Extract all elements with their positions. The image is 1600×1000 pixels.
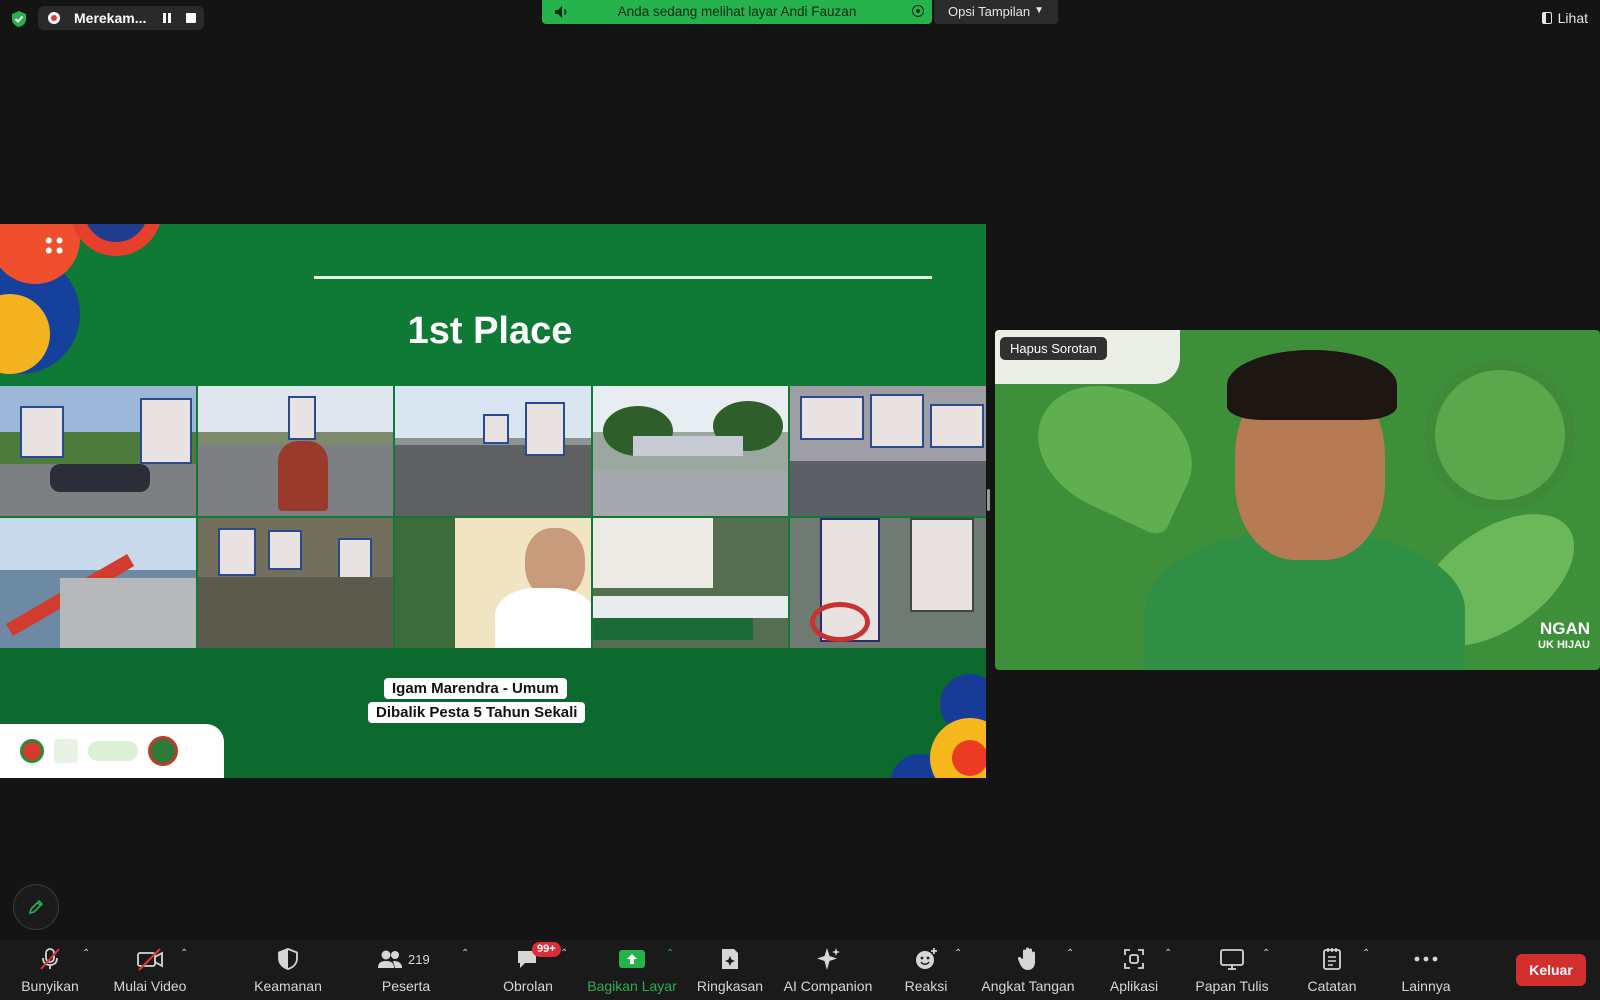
slide-caption-title: Dibalik Pesta 5 Tahun Sekali bbox=[368, 702, 586, 723]
participant-hair bbox=[1227, 350, 1397, 420]
photo-tile bbox=[395, 518, 591, 648]
photo-tile bbox=[592, 518, 789, 648]
whiteboard-icon bbox=[1220, 949, 1244, 970]
photo-tile bbox=[0, 518, 196, 648]
apps-icon bbox=[1124, 949, 1144, 969]
status-dot-icon bbox=[912, 5, 924, 17]
photo-grid bbox=[0, 386, 986, 648]
sponsor-logos bbox=[0, 724, 224, 778]
reactions-button[interactable]: Reaksi bbox=[896, 940, 956, 1000]
video-options-caret[interactable]: ⌃ bbox=[180, 948, 188, 959]
shield-icon bbox=[278, 948, 298, 970]
more-icon bbox=[1414, 956, 1438, 962]
chat-label: Obrolan bbox=[503, 978, 553, 994]
slide-caption-name: Igam Marendra - Umum bbox=[384, 678, 567, 699]
recording-label: Merekam... bbox=[74, 10, 147, 26]
panel-resize-handle[interactable] bbox=[987, 489, 990, 511]
share-screen-icon bbox=[619, 950, 645, 968]
sparkle-icon bbox=[817, 948, 840, 970]
video-background-shape bbox=[1017, 361, 1213, 539]
photo-tile bbox=[0, 386, 196, 516]
decor-ring-red bbox=[70, 224, 162, 256]
view-button[interactable]: Lihat bbox=[1541, 10, 1588, 26]
participant-count: 219 bbox=[408, 951, 430, 967]
shared-screen-slide: •• •• 1st Place Igam Marendra - Umum Dib… bbox=[0, 224, 986, 778]
emoji-icon bbox=[916, 948, 937, 969]
pause-recording-button[interactable] bbox=[160, 11, 174, 25]
globe-icon bbox=[1425, 360, 1575, 510]
start-video-label: Mulai Video bbox=[113, 978, 187, 994]
participants-label: Peserta bbox=[381, 978, 431, 994]
video-background-text-line2: UK HIJAU bbox=[1538, 639, 1590, 651]
chat-unread-badge: 99+ bbox=[532, 942, 561, 957]
view-layout-icon bbox=[1541, 12, 1552, 24]
security-label: Keamanan bbox=[254, 978, 322, 994]
share-banner-text: Anda sedang melihat layar Andi Fauzan bbox=[617, 4, 857, 19]
view-button-label: Lihat bbox=[1557, 10, 1588, 26]
share-screen-button[interactable]: Bagikan Layar bbox=[587, 940, 677, 1000]
chat-options-caret[interactable]: ⌃ bbox=[560, 948, 568, 959]
photo-tile bbox=[592, 386, 789, 516]
notes-icon bbox=[1323, 948, 1341, 970]
participants-icon bbox=[378, 950, 402, 968]
apps-options-caret[interactable]: ⌃ bbox=[1164, 948, 1172, 959]
slide-title: 1st Place bbox=[407, 310, 573, 352]
photo-tile bbox=[395, 386, 591, 516]
raise-hand-button[interactable]: Angkat Tangan bbox=[981, 940, 1075, 1000]
pencil-icon bbox=[28, 899, 44, 915]
decor-dots: •• •• bbox=[45, 228, 67, 263]
whiteboard-options-caret[interactable]: ⌃ bbox=[1262, 948, 1270, 959]
recording-indicator: Merekam... bbox=[38, 6, 204, 30]
mute-button[interactable]: Bunyikan bbox=[20, 940, 80, 1000]
view-options-dropdown[interactable]: Opsi Tampilan ▼ bbox=[934, 0, 1058, 24]
raise-hand-options-caret[interactable]: ⌃ bbox=[1066, 948, 1074, 959]
logo-emblem-icon bbox=[148, 736, 178, 766]
stop-recording-button[interactable] bbox=[186, 13, 196, 23]
more-label: Lainnya bbox=[1401, 978, 1451, 994]
share-options-caret[interactable]: ⌃ bbox=[666, 948, 674, 959]
video-background-text-line1: NGAN bbox=[1539, 619, 1590, 638]
logo-red-icon bbox=[20, 739, 44, 763]
leave-meeting-button[interactable]: Keluar bbox=[1516, 954, 1586, 986]
raise-hand-label: Angkat Tangan bbox=[981, 978, 1075, 994]
title-divider bbox=[314, 276, 932, 279]
notes-options-caret[interactable]: ⌃ bbox=[1362, 948, 1370, 959]
summary-button[interactable]: Ringkasan bbox=[697, 940, 763, 1000]
apps-button[interactable]: Aplikasi bbox=[1104, 940, 1164, 1000]
participant-video-tile[interactable]: NGAN UK HIJAU bbox=[995, 330, 1600, 670]
whiteboard-button[interactable]: Papan Tulis bbox=[1195, 940, 1269, 1000]
chat-button[interactable]: 99+ Obrolan bbox=[498, 940, 561, 1000]
participants-button[interactable]: 219 Peserta bbox=[376, 940, 436, 1000]
security-shield-icon[interactable] bbox=[10, 10, 28, 28]
participants-options-caret[interactable]: ⌃ bbox=[461, 948, 469, 959]
security-button[interactable]: Keamanan bbox=[254, 940, 322, 1000]
screen-share-banner: Anda sedang melihat layar Andi Fauzan bbox=[542, 0, 932, 24]
audio-options-caret[interactable]: ⌃ bbox=[82, 948, 90, 959]
remove-spotlight-button[interactable]: Hapus Sorotan bbox=[1000, 337, 1107, 360]
meeting-toolbar: Bunyikan ⌃ Mulai Video ⌃ Keamanan 219 Pe… bbox=[0, 940, 1600, 1000]
chevron-down-icon: ▼ bbox=[1034, 5, 1044, 16]
photo-tile bbox=[790, 386, 986, 516]
photo-tile bbox=[197, 518, 394, 648]
notes-button[interactable]: Catatan bbox=[1302, 940, 1362, 1000]
reactions-options-caret[interactable]: ⌃ bbox=[954, 948, 962, 959]
video-background-text: NGAN UK HIJAU bbox=[1538, 620, 1590, 654]
summary-icon bbox=[722, 949, 738, 969]
photo-tile bbox=[197, 386, 394, 516]
annotate-button[interactable] bbox=[13, 884, 59, 930]
logo-apgf-icon bbox=[88, 741, 138, 761]
video-off-icon bbox=[137, 948, 163, 971]
logo-flame-icon bbox=[54, 739, 78, 763]
decor-circle-red bbox=[0, 224, 80, 284]
view-options-label: Opsi Tampilan bbox=[948, 4, 1031, 19]
microphone-muted-icon bbox=[40, 948, 60, 970]
photo-tile bbox=[790, 518, 986, 648]
raise-hand-icon bbox=[1017, 947, 1035, 970]
start-video-button[interactable]: Mulai Video bbox=[114, 940, 186, 1000]
more-button[interactable]: Lainnya bbox=[1396, 940, 1456, 1000]
ai-companion-button[interactable]: AI Companion bbox=[784, 940, 872, 1000]
recording-dot-icon bbox=[48, 12, 60, 24]
